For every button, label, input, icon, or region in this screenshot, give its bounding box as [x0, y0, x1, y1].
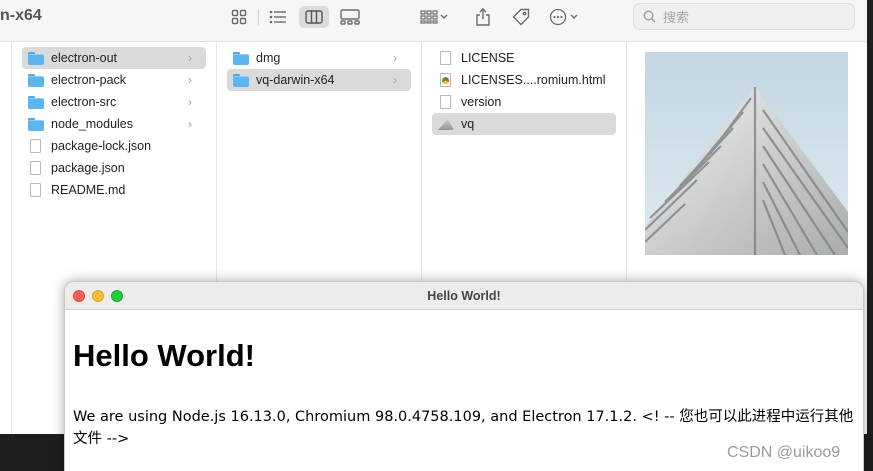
list-item[interactable]: package.json — [22, 157, 206, 179]
document-icon — [28, 139, 46, 153]
folder-icon — [28, 117, 46, 131]
tag-icon[interactable] — [506, 6, 536, 28]
document-icon — [28, 161, 46, 175]
search-placeholder: 搜索 — [663, 10, 690, 25]
document-icon — [438, 51, 456, 65]
folder-icon — [233, 51, 251, 65]
item-label: electron-src — [51, 95, 117, 109]
app-preview-image — [645, 52, 848, 255]
item-label: LICENSE — [461, 51, 515, 65]
list-item[interactable]: vq — [432, 113, 616, 135]
list-item[interactable]: dmg › — [227, 47, 411, 69]
document-icon — [438, 95, 456, 109]
toolbar-divider — [258, 9, 259, 25]
share-icon[interactable] — [468, 6, 498, 28]
html-document-icon — [438, 73, 456, 87]
list-item[interactable]: LICENSE — [432, 47, 616, 69]
chevron-right-icon: › — [393, 51, 397, 65]
item-label: vq — [461, 117, 475, 131]
page-heading: Hello World! — [73, 338, 255, 373]
folder-icon — [28, 95, 46, 109]
item-label: electron-out — [51, 51, 118, 65]
column-partial — [0, 42, 12, 434]
electron-window: Hello World! Hello World! We are using N… — [64, 281, 864, 471]
folder-icon — [28, 73, 46, 87]
item-label: dmg — [256, 51, 281, 65]
list-item[interactable]: README.md — [22, 179, 206, 201]
chevron-right-icon: › — [188, 51, 192, 65]
item-label: version — [461, 95, 502, 109]
list-item[interactable]: node_modules › — [22, 113, 206, 135]
item-label: node_modules — [51, 117, 134, 131]
group-icon[interactable] — [414, 6, 454, 28]
application-icon — [438, 117, 456, 131]
list-item[interactable]: electron-pack › — [22, 69, 206, 91]
item-label: README.md — [51, 183, 126, 197]
chevron-right-icon: › — [393, 73, 397, 87]
gallery-view-icon[interactable] — [335, 6, 365, 28]
item-label: package-lock.json — [51, 139, 152, 153]
action-group — [414, 6, 582, 28]
chevron-right-icon: › — [188, 95, 192, 109]
folder-icon — [28, 51, 46, 65]
item-label: package.json — [51, 161, 125, 175]
grid-view-icon[interactable] — [224, 6, 254, 28]
list-item[interactable]: LICENSES....romium.html — [432, 69, 616, 91]
electron-content: Hello World! We are using Node.js 16.13.… — [65, 310, 863, 450]
window-title: n-x64 — [0, 7, 42, 24]
document-icon — [28, 183, 46, 197]
electron-titlebar[interactable]: Hello World! — [65, 282, 863, 310]
folder-icon — [233, 73, 251, 87]
electron-window-title: Hello World! — [427, 289, 501, 303]
list-item[interactable]: electron-out › — [22, 47, 206, 69]
watermark: CSDN @uikoo9 — [727, 444, 841, 461]
finder-toolbar: n-x64 搜索 — [0, 0, 867, 42]
item-label: LICENSES....romium.html — [461, 73, 606, 87]
chevron-right-icon: › — [188, 117, 192, 131]
item-label: electron-pack — [51, 73, 127, 87]
search-field[interactable]: 搜索 — [633, 3, 855, 30]
more-actions-icon[interactable] — [546, 6, 582, 28]
list-item[interactable]: electron-src › — [22, 91, 206, 113]
search-icon — [643, 10, 656, 23]
list-item[interactable]: version — [432, 91, 616, 113]
view-mode-group — [224, 6, 365, 28]
column-view-icon[interactable] — [299, 6, 329, 28]
list-item[interactable]: vq-darwin-x64 › — [227, 69, 411, 91]
list-view-icon[interactable] — [263, 6, 293, 28]
item-label: vq-darwin-x64 — [256, 73, 335, 87]
chevron-right-icon: › — [188, 73, 192, 87]
list-item[interactable]: package-lock.json — [22, 135, 206, 157]
